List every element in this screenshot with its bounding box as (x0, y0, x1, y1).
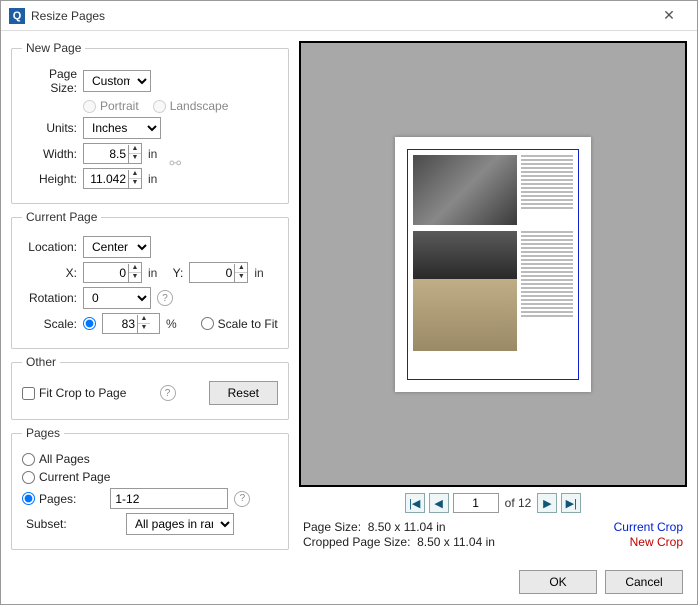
prev-page-icon[interactable]: ◀ (429, 493, 449, 513)
scale-label: Scale: (22, 317, 77, 331)
height-unit: in (148, 172, 157, 186)
height-label: Height: (22, 172, 77, 186)
spin-down-icon[interactable]: ▼ (138, 324, 150, 333)
spin-up-icon[interactable]: ▲ (235, 264, 247, 273)
portrait-radio[interactable]: Portrait (83, 99, 139, 113)
subset-label: Subset: (26, 517, 74, 531)
spin-down-icon[interactable]: ▼ (235, 273, 247, 282)
width-label: Width: (22, 147, 77, 161)
location-select[interactable]: Center (83, 236, 151, 258)
meta-pagesize-value: 8.50 x 11.04 in (368, 520, 446, 534)
scale-input[interactable] (103, 314, 137, 333)
page-size-label: Page Size: (22, 67, 77, 95)
last-page-icon[interactable]: ▶| (561, 493, 581, 513)
footer: OK Cancel (1, 560, 697, 604)
units-select[interactable]: Inches (83, 117, 161, 139)
new-page-group: New Page Page Size: Custom Portrait Land… (11, 41, 289, 204)
help-icon[interactable]: ? (160, 385, 176, 401)
pages-range-radio[interactable]: Pages: (22, 492, 76, 506)
meta-cropped-label: Cropped Page Size: (303, 535, 410, 549)
close-icon[interactable]: ✕ (649, 7, 689, 24)
other-group: Other Fit Crop to Page ? Reset (11, 355, 289, 420)
app-icon: Q (9, 8, 25, 24)
spin-down-icon[interactable]: ▼ (129, 154, 141, 163)
help-icon[interactable]: ? (234, 491, 250, 507)
x-label: X: (22, 266, 77, 280)
pager: |◀ ◀ of 12 ▶ ▶| (299, 487, 687, 519)
scale-spinner[interactable]: ▲▼ (102, 313, 160, 334)
width-input[interactable] (84, 144, 128, 163)
new-page-legend: New Page (22, 41, 85, 55)
scale-value-radio[interactable] (83, 317, 96, 330)
subset-select[interactable]: All pages in range (126, 513, 234, 535)
spin-up-icon[interactable]: ▲ (129, 264, 141, 273)
x-spinner[interactable]: ▲▼ (83, 262, 142, 283)
spin-down-icon[interactable]: ▼ (129, 179, 141, 188)
height-spinner[interactable]: ▲▼ (83, 168, 142, 189)
all-pages-radio[interactable]: All Pages (22, 452, 90, 466)
pages-group: Pages All Pages Current Page Pages: ? Su… (11, 426, 289, 550)
spin-down-icon[interactable]: ▼ (129, 273, 141, 282)
new-crop-label: New Crop (630, 535, 683, 549)
current-page-legend: Current Page (22, 210, 101, 224)
preview-meta: Page Size: 8.50 x 11.04 in Current Crop … (299, 519, 687, 550)
units-label: Units: (22, 121, 77, 135)
next-page-icon[interactable]: ▶ (537, 493, 557, 513)
preview-text (521, 155, 573, 225)
spin-up-icon[interactable]: ▲ (129, 170, 141, 179)
spin-up-icon[interactable]: ▲ (129, 145, 141, 154)
location-label: Location: (22, 240, 77, 254)
y-input[interactable] (190, 263, 234, 282)
page-of-label: of 12 (505, 496, 532, 510)
other-legend: Other (22, 355, 60, 369)
meta-cropped-value: 8.50 x 11.04 in (417, 535, 495, 549)
height-input[interactable] (84, 169, 128, 188)
reset-button[interactable]: Reset (209, 381, 278, 405)
y-label: Y: (163, 266, 183, 280)
page-content (413, 155, 573, 374)
first-page-icon[interactable]: |◀ (405, 493, 425, 513)
x-input[interactable] (84, 263, 128, 282)
ok-button[interactable]: OK (519, 570, 597, 594)
scale-to-fit-radio[interactable]: Scale to Fit (201, 317, 278, 331)
preview-image (413, 155, 517, 225)
rotation-select[interactable]: 0 (83, 287, 151, 309)
rotation-label: Rotation: (22, 291, 77, 305)
width-spinner[interactable]: ▲▼ (83, 143, 142, 164)
fit-crop-checkbox[interactable]: Fit Crop to Page (22, 386, 126, 400)
current-crop-label: Current Crop (614, 520, 683, 534)
preview-text (521, 231, 573, 351)
help-icon[interactable]: ? (157, 290, 173, 306)
pages-legend: Pages (22, 426, 64, 440)
link-icon[interactable]: ⚯ (169, 155, 181, 172)
page-number-input[interactable] (453, 493, 499, 513)
spin-up-icon[interactable]: ▲ (138, 315, 150, 324)
page-preview (395, 137, 591, 392)
width-unit: in (148, 147, 157, 161)
page-size-select[interactable]: Custom (83, 70, 151, 92)
current-page-group: Current Page Location: Center X: ▲▼ in Y… (11, 210, 289, 349)
window-title: Resize Pages (31, 9, 649, 23)
y-spinner[interactable]: ▲▼ (189, 262, 248, 283)
pages-range-input[interactable] (110, 488, 228, 509)
cancel-button[interactable]: Cancel (605, 570, 683, 594)
titlebar: Q Resize Pages ✕ (1, 1, 697, 31)
preview-image (413, 231, 517, 351)
preview-pane (299, 41, 687, 487)
resize-pages-dialog: Q Resize Pages ✕ New Page Page Size: Cus… (0, 0, 698, 605)
meta-pagesize-label: Page Size: (303, 520, 361, 534)
current-page-radio[interactable]: Current Page (22, 470, 110, 484)
landscape-radio[interactable]: Landscape (153, 99, 229, 113)
